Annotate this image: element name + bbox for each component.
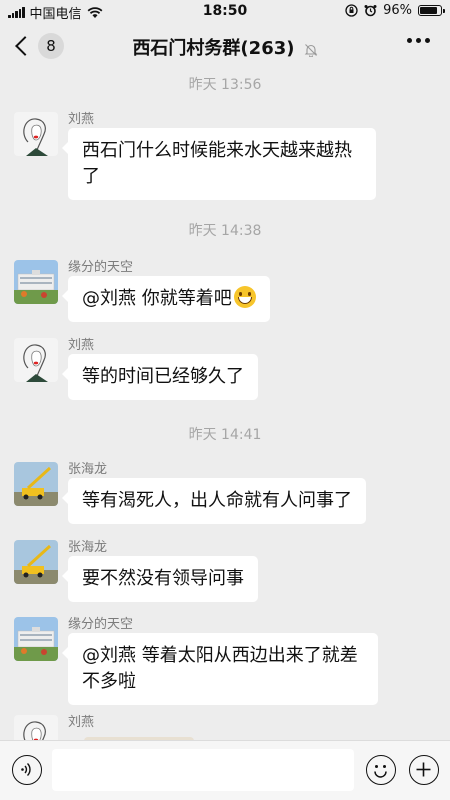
status-right: 96% [345, 3, 445, 18]
woman-sketch-avatar[interactable] [14, 338, 58, 382]
message: 缘分的天空 @刘燕 你就等着吧 [14, 260, 434, 322]
nav-bar: 8 西石门村务群(263) [0, 22, 450, 70]
chat-title: 西石门村务群(263) [132, 38, 295, 59]
emoji-button[interactable] [366, 755, 396, 785]
dot-icon [425, 38, 430, 43]
battery-percent: 96% [383, 3, 412, 18]
building-avatar[interactable] [14, 617, 58, 661]
message-bubble[interactable]: @刘燕 等着太阳从西边出来了就差不多啦 [62, 633, 378, 705]
plus-button[interactable] [409, 755, 439, 785]
dot-icon [407, 38, 412, 43]
sender-name: 缘分的天空 [68, 617, 134, 632]
time-divider: 昨天 14:41 [188, 427, 262, 443]
building-avatar[interactable] [14, 260, 58, 304]
plus-icon [416, 762, 431, 777]
message-text: @刘燕 你就等着吧 [82, 288, 232, 309]
battery-icon [418, 5, 445, 16]
message-bubble[interactable]: @刘燕 你就等着吧 [62, 276, 270, 322]
sender-name: 刘燕 [68, 338, 95, 353]
sender-name: 刘燕 [68, 715, 95, 730]
time-divider: 昨天 13:56 [188, 77, 262, 93]
battery-fill [420, 7, 437, 14]
message-bubble[interactable]: 要不然没有领导问事 [62, 556, 258, 602]
voice-button[interactable] [12, 755, 42, 785]
message-bubble[interactable]: 等有渴死人，出人命就有人问事了 [62, 478, 366, 524]
woman-sketch-avatar[interactable] [14, 112, 58, 156]
input-bar [0, 740, 450, 800]
status-bar: 中国电信 18:50 96% [0, 0, 450, 22]
mute-bell-icon [304, 43, 317, 57]
message: 张海龙 要不然没有领导问事 [14, 540, 434, 602]
emoji-icon [374, 765, 387, 778]
message: 刘燕 等的时间已经够久了 [14, 338, 434, 400]
crane-avatar[interactable] [14, 462, 58, 506]
crane-avatar[interactable] [14, 540, 58, 584]
message-bubble[interactable]: 等的时间已经够久了 [62, 354, 258, 400]
message: 张海龙 等有渴死人，出人命就有人问事了 [14, 462, 434, 524]
time-divider: 昨天 14:38 [188, 223, 262, 239]
message: 刘燕 [14, 715, 434, 740]
sender-name: 张海龙 [68, 540, 108, 555]
dot-icon [416, 38, 421, 43]
message-input[interactable] [52, 749, 354, 791]
chat-title-wrap: 西石门村务群(263) [0, 34, 450, 60]
sender-name: 刘燕 [68, 112, 95, 127]
message: 刘燕 西石门什么时候能来水天越来越热了 [14, 112, 434, 200]
woman-sketch-avatar[interactable] [14, 715, 58, 740]
chat-area[interactable]: 昨天 13:56 刘燕 西石门什么时候能来水天越来越热了 昨天 14:38 缘分… [0, 70, 450, 740]
message-bubble[interactable]: 西石门什么时候能来水天越来越热了 [62, 128, 376, 200]
sender-name: 缘分的天空 [68, 260, 134, 275]
orientation-lock-icon [345, 4, 358, 17]
sender-name: 张海龙 [68, 462, 108, 477]
voice-icon [21, 763, 31, 776]
grinning-face-icon [233, 286, 256, 308]
more-options-button[interactable] [407, 38, 430, 43]
alarm-icon [364, 5, 377, 17]
message: 缘分的天空 @刘燕 等着太阳从西边出来了就差不多啦 [14, 617, 434, 705]
